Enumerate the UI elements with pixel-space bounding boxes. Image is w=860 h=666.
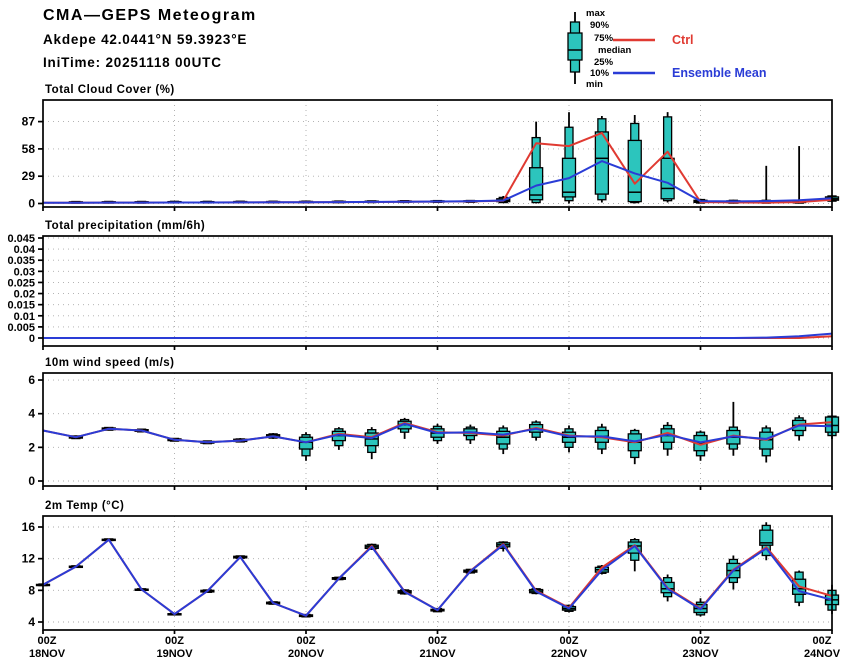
svg-text:0.005: 0.005 [7, 322, 35, 334]
svg-text:0.01: 0.01 [14, 311, 35, 323]
meteogram-page: CMA—GEPS Meteogram Akdepe 42.0441°N 59.3… [0, 0, 860, 666]
svg-text:00Z: 00Z [813, 635, 832, 647]
svg-text:00Z: 00Z [165, 635, 184, 647]
svg-text:6: 6 [28, 373, 35, 387]
svg-text:4: 4 [28, 615, 35, 629]
svg-text:58: 58 [22, 142, 36, 156]
svg-text:0.015: 0.015 [7, 300, 35, 312]
svg-text:23NOV: 23NOV [682, 648, 719, 660]
svg-text:0: 0 [28, 474, 35, 488]
meteogram-charts: 029588700.0050.010.0150.020.0250.030.035… [0, 0, 860, 666]
svg-text:21NOV: 21NOV [419, 648, 456, 660]
svg-text:16: 16 [22, 520, 36, 534]
svg-text:8: 8 [28, 583, 35, 597]
svg-text:4: 4 [28, 407, 35, 421]
svg-text:12: 12 [22, 552, 36, 566]
svg-text:0: 0 [28, 197, 35, 211]
svg-text:00Z: 00Z [428, 635, 447, 647]
svg-text:19NOV: 19NOV [156, 648, 193, 660]
svg-text:00Z: 00Z [297, 635, 316, 647]
svg-text:0.045: 0.045 [7, 233, 35, 245]
svg-text:0.035: 0.035 [7, 255, 35, 267]
svg-text:0.03: 0.03 [14, 266, 35, 278]
svg-text:0.02: 0.02 [14, 289, 35, 301]
svg-text:24NOV: 24NOV [804, 648, 841, 660]
svg-text:00Z: 00Z [691, 635, 710, 647]
svg-text:22NOV: 22NOV [551, 648, 588, 660]
svg-text:00Z: 00Z [38, 635, 57, 647]
svg-text:87: 87 [22, 115, 36, 129]
svg-text:0: 0 [29, 333, 35, 345]
svg-text:0.04: 0.04 [14, 244, 36, 256]
svg-text:20NOV: 20NOV [288, 648, 325, 660]
svg-text:00Z: 00Z [560, 635, 579, 647]
svg-text:0.025: 0.025 [7, 277, 35, 289]
svg-text:18NOV: 18NOV [29, 648, 66, 660]
svg-text:2: 2 [28, 440, 35, 454]
svg-text:29: 29 [22, 169, 36, 183]
